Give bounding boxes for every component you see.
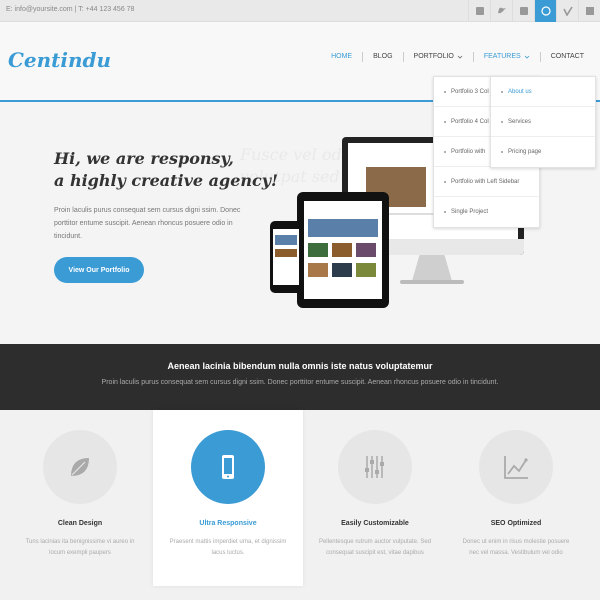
feature-seo-optimized: SEO Optimized Donec ut enim in risus mol… [441, 410, 591, 586]
flickr-icon[interactable] [578, 0, 600, 22]
nav-contact[interactable]: CONTACT [539, 52, 594, 62]
dribbble-icon[interactable] [534, 0, 556, 22]
band-subtitle: Proin laculis purus consequat sem cursus… [101, 379, 499, 386]
dropdown-item-about-us[interactable]: About us [491, 77, 595, 107]
features-section: Clean Design Tuns lacinias ita benigniss… [0, 410, 600, 600]
feature-description: Pellentesque rutrum auctor vulputate. Se… [318, 539, 432, 556]
chevron-down-icon [524, 55, 529, 59]
tablet-mockup [297, 192, 389, 308]
nav-portfolio[interactable]: PORTFOLIO [402, 52, 473, 62]
main-nav: HOME BLOG PORTFOLIO FEATURES CONTACT [321, 52, 594, 62]
smartphone-icon [191, 430, 265, 504]
dropdown-item-services[interactable]: Services [491, 107, 595, 137]
dropdown-item-pricing-page[interactable]: Pricing page [491, 137, 595, 167]
feature-clean-design: Clean Design Tuns lacinias ita benigniss… [5, 410, 155, 586]
feature-title: Ultra Responsive [199, 520, 257, 527]
feature-description: Praesent mattis imperdiet urna, et digni… [169, 539, 287, 556]
twitter-icon[interactable] [490, 0, 512, 22]
leaf-icon [43, 430, 117, 504]
hero-text: Proin laculis purus consequat sem cursus… [54, 207, 241, 240]
site-logo[interactable]: Centindu [8, 48, 111, 72]
feature-easily-customizable: Easily Customizable Pellentesque rutrum … [300, 410, 450, 586]
feature-title: Clean Design [57, 520, 103, 527]
feature-description: Donec ut enim in risus molestie posuere … [462, 539, 570, 556]
nav-blog[interactable]: BLOG [362, 52, 402, 62]
dropdown-item-single-project[interactable]: Single Project [434, 197, 539, 227]
feature-ultra-responsive[interactable]: Ultra Responsive Praesent mattis imperdi… [153, 410, 303, 586]
feature-description: Tuns lacinias ita benignissime vi aureo … [25, 539, 135, 556]
feature-title: SEO Optimized [490, 520, 542, 527]
hero-headline: Hi, we are responsy, a highly creative a… [54, 149, 279, 190]
rss-icon[interactable] [468, 0, 490, 22]
view-portfolio-button[interactable]: View Our Portfolio [54, 257, 144, 283]
dropdown-item-portfolio-left-sidebar[interactable]: Portfolio with Left Sidebar [434, 167, 539, 197]
sliders-icon [338, 430, 412, 504]
social-links [468, 0, 600, 22]
features-dropdown: About us Services Pricing page [490, 76, 596, 168]
phone-mockup [270, 221, 302, 293]
feature-title: Easily Customizable [341, 520, 409, 527]
vimeo-icon[interactable] [556, 0, 578, 22]
nav-features[interactable]: FEATURES [472, 52, 540, 62]
callout-band: Aenean lacinia bibendum nulla omnis iste… [0, 344, 600, 410]
contact-info: E: info@yoursite.com | T: +44 123 456 78 [6, 6, 135, 13]
band-title: Aenean lacinia bibendum nulla omnis iste… [167, 361, 433, 371]
nav-home[interactable]: HOME [321, 52, 362, 62]
chart-icon [479, 430, 553, 504]
facebook-icon[interactable] [512, 0, 534, 22]
top-bar: E: info@yoursite.com | T: +44 123 456 78 [0, 0, 600, 22]
chevron-down-icon [457, 55, 463, 59]
